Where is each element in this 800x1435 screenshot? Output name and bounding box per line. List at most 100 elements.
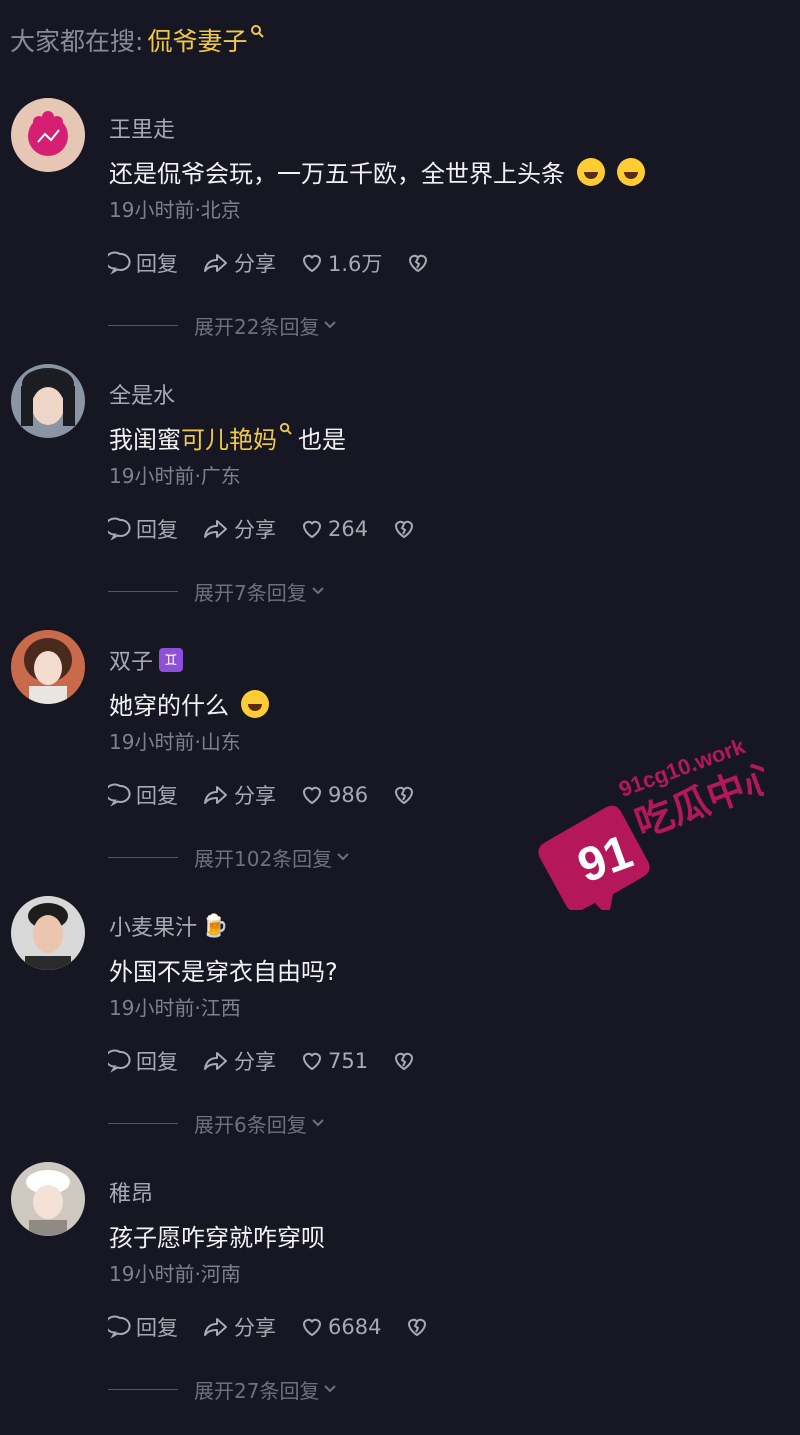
comment-text: 她穿的什么	[109, 686, 269, 721]
chevron-down-icon	[312, 587, 324, 595]
comment-meta: 19小时前·广东	[109, 464, 241, 488]
heart-icon	[302, 1318, 322, 1337]
search-suggestion-bar: 大家都在搜: 侃爷妻子	[10, 20, 265, 60]
share-button[interactable]: 分享	[202, 1312, 276, 1342]
comment-actions: 回复 分享 751	[108, 1046, 444, 1076]
share-button[interactable]: 分享	[202, 780, 276, 810]
share-button[interactable]: 分享	[202, 248, 276, 278]
broken-heart-icon	[395, 1052, 414, 1071]
like-button[interactable]: 751	[300, 1049, 368, 1073]
like-count: 1.6万	[328, 252, 383, 276]
like-count: 6684	[328, 1315, 382, 1339]
expand-replies-button[interactable]: 展开6条回复	[108, 1108, 325, 1138]
reply-icon	[108, 251, 131, 275]
broken-heart-icon	[395, 520, 414, 539]
comment-actions: 回复 分享 6684	[108, 1312, 457, 1342]
divider	[108, 1122, 178, 1124]
avatar[interactable]	[11, 98, 85, 172]
like-button[interactable]: 264	[300, 517, 368, 541]
broken-heart-icon	[408, 1318, 427, 1337]
divider	[108, 856, 178, 858]
reply-icon	[108, 1315, 131, 1339]
comment-text: 外国不是穿衣自由吗?	[109, 958, 338, 986]
search-icon	[251, 25, 265, 38]
comment-meta: 19小时前·山东	[109, 730, 241, 754]
dislike-button[interactable]	[392, 783, 420, 807]
comment-actions: 回复 分享 1.6万	[108, 248, 458, 278]
expand-replies-button[interactable]: 展开7条回复	[108, 576, 325, 606]
dislike-button[interactable]	[392, 517, 420, 541]
heart-icon	[302, 1052, 322, 1071]
reply-button[interactable]: 回复	[108, 248, 178, 278]
comment-item: 小麦果汁 🍺 外国不是穿衣自由吗? 19小时前·江西 回复 分享 751 展开6…	[0, 894, 800, 1160]
chevron-down-icon	[324, 1385, 337, 1393]
surprised-emoji-icon	[241, 689, 269, 718]
user-name[interactable]: 王里走	[109, 112, 175, 144]
search-prefix-label: 大家都在搜:	[10, 27, 144, 56]
comment-actions: 回复 分享 264	[108, 514, 444, 544]
reply-icon	[108, 1049, 131, 1073]
heart-icon	[302, 786, 322, 805]
share-icon	[204, 520, 227, 538]
share-icon	[204, 254, 227, 272]
chevron-down-icon	[324, 321, 337, 329]
share-button[interactable]: 分享	[202, 514, 276, 544]
reply-icon	[108, 783, 131, 807]
divider	[108, 1388, 178, 1390]
reply-icon	[108, 517, 131, 541]
comment-meta: 19小时前·河南	[109, 1262, 241, 1286]
user-name[interactable]: 小麦果汁 🍺	[109, 910, 229, 942]
comment-item: 全是水 我闺蜜 可儿艳妈 也是 19小时前·广东 回复 分享 264 展开7条回…	[0, 362, 800, 628]
user-name[interactable]: 双子 ♊	[109, 644, 184, 676]
like-count: 986	[328, 783, 369, 807]
divider	[108, 324, 178, 326]
share-icon	[204, 786, 227, 804]
chevron-down-icon	[312, 1119, 324, 1127]
user-name[interactable]: 全是水	[109, 378, 175, 410]
comment-text: 还是侃爷会玩，一万五千欧，全世界上头条	[109, 154, 645, 189]
comment-item: 王里走 还是侃爷会玩，一万五千欧，全世界上头条 19小时前·北京 回复 分享 1…	[0, 96, 800, 362]
reply-button[interactable]: 回复	[108, 514, 178, 544]
avatar[interactable]	[11, 896, 85, 970]
reply-button[interactable]: 回复	[108, 1046, 178, 1076]
like-button[interactable]: 986	[300, 783, 368, 807]
user-name[interactable]: 稚昂	[109, 1176, 153, 1208]
dislike-button[interactable]	[405, 1315, 433, 1339]
expand-replies-button[interactable]: 展开27条回复	[108, 1374, 337, 1404]
beer-badge-icon: 🍺	[201, 913, 229, 939]
divider	[108, 590, 178, 592]
search-term-link[interactable]: 侃爷妻子	[147, 22, 247, 58]
avatar[interactable]	[11, 364, 85, 438]
heart-icon	[302, 254, 322, 273]
comment-meta: 19小时前·江西	[109, 996, 241, 1020]
share-icon	[204, 1318, 227, 1336]
chevron-down-icon	[337, 853, 349, 861]
reply-button[interactable]: 回复	[108, 1312, 178, 1342]
comment-item: 稚昂 孩子愿咋穿就咋穿呗 19小时前·河南 回复 分享 6684 展开27条回复	[0, 1160, 800, 1426]
broken-heart-icon	[409, 254, 428, 273]
laughing-emoji-icon	[577, 157, 605, 186]
comment-meta: 19小时前·北京	[109, 198, 241, 222]
comment-text: 我闺蜜 可儿艳妈 也是	[109, 420, 346, 455]
expand-replies-button[interactable]: 展开22条回复	[108, 310, 337, 340]
reply-button[interactable]: 回复	[108, 780, 178, 810]
share-icon	[204, 1052, 227, 1070]
expand-replies-button[interactable]: 展开102条回复	[108, 842, 350, 872]
comment-actions: 回复 分享 986	[108, 780, 444, 810]
comment-text: 孩子愿咋穿就咋穿呗	[109, 1224, 325, 1252]
dislike-button[interactable]	[406, 251, 434, 275]
like-count: 264	[328, 517, 369, 541]
like-button[interactable]: 6684	[300, 1315, 381, 1339]
avatar[interactable]	[11, 630, 85, 704]
like-button[interactable]: 1.6万	[300, 248, 382, 278]
share-button[interactable]: 分享	[202, 1046, 276, 1076]
like-count: 751	[328, 1049, 369, 1073]
laughing-emoji-icon	[617, 157, 645, 186]
comment-item: 双子 ♊ 她穿的什么 19小时前·山东 回复 分享 986 展开102条回复	[0, 628, 800, 894]
dislike-button[interactable]	[392, 1049, 420, 1073]
search-icon	[279, 422, 292, 435]
heart-icon	[302, 520, 322, 539]
gemini-badge-icon: ♊	[159, 648, 184, 672]
mention-link[interactable]: 可儿艳妈	[181, 420, 277, 455]
avatar[interactable]	[11, 1162, 85, 1236]
